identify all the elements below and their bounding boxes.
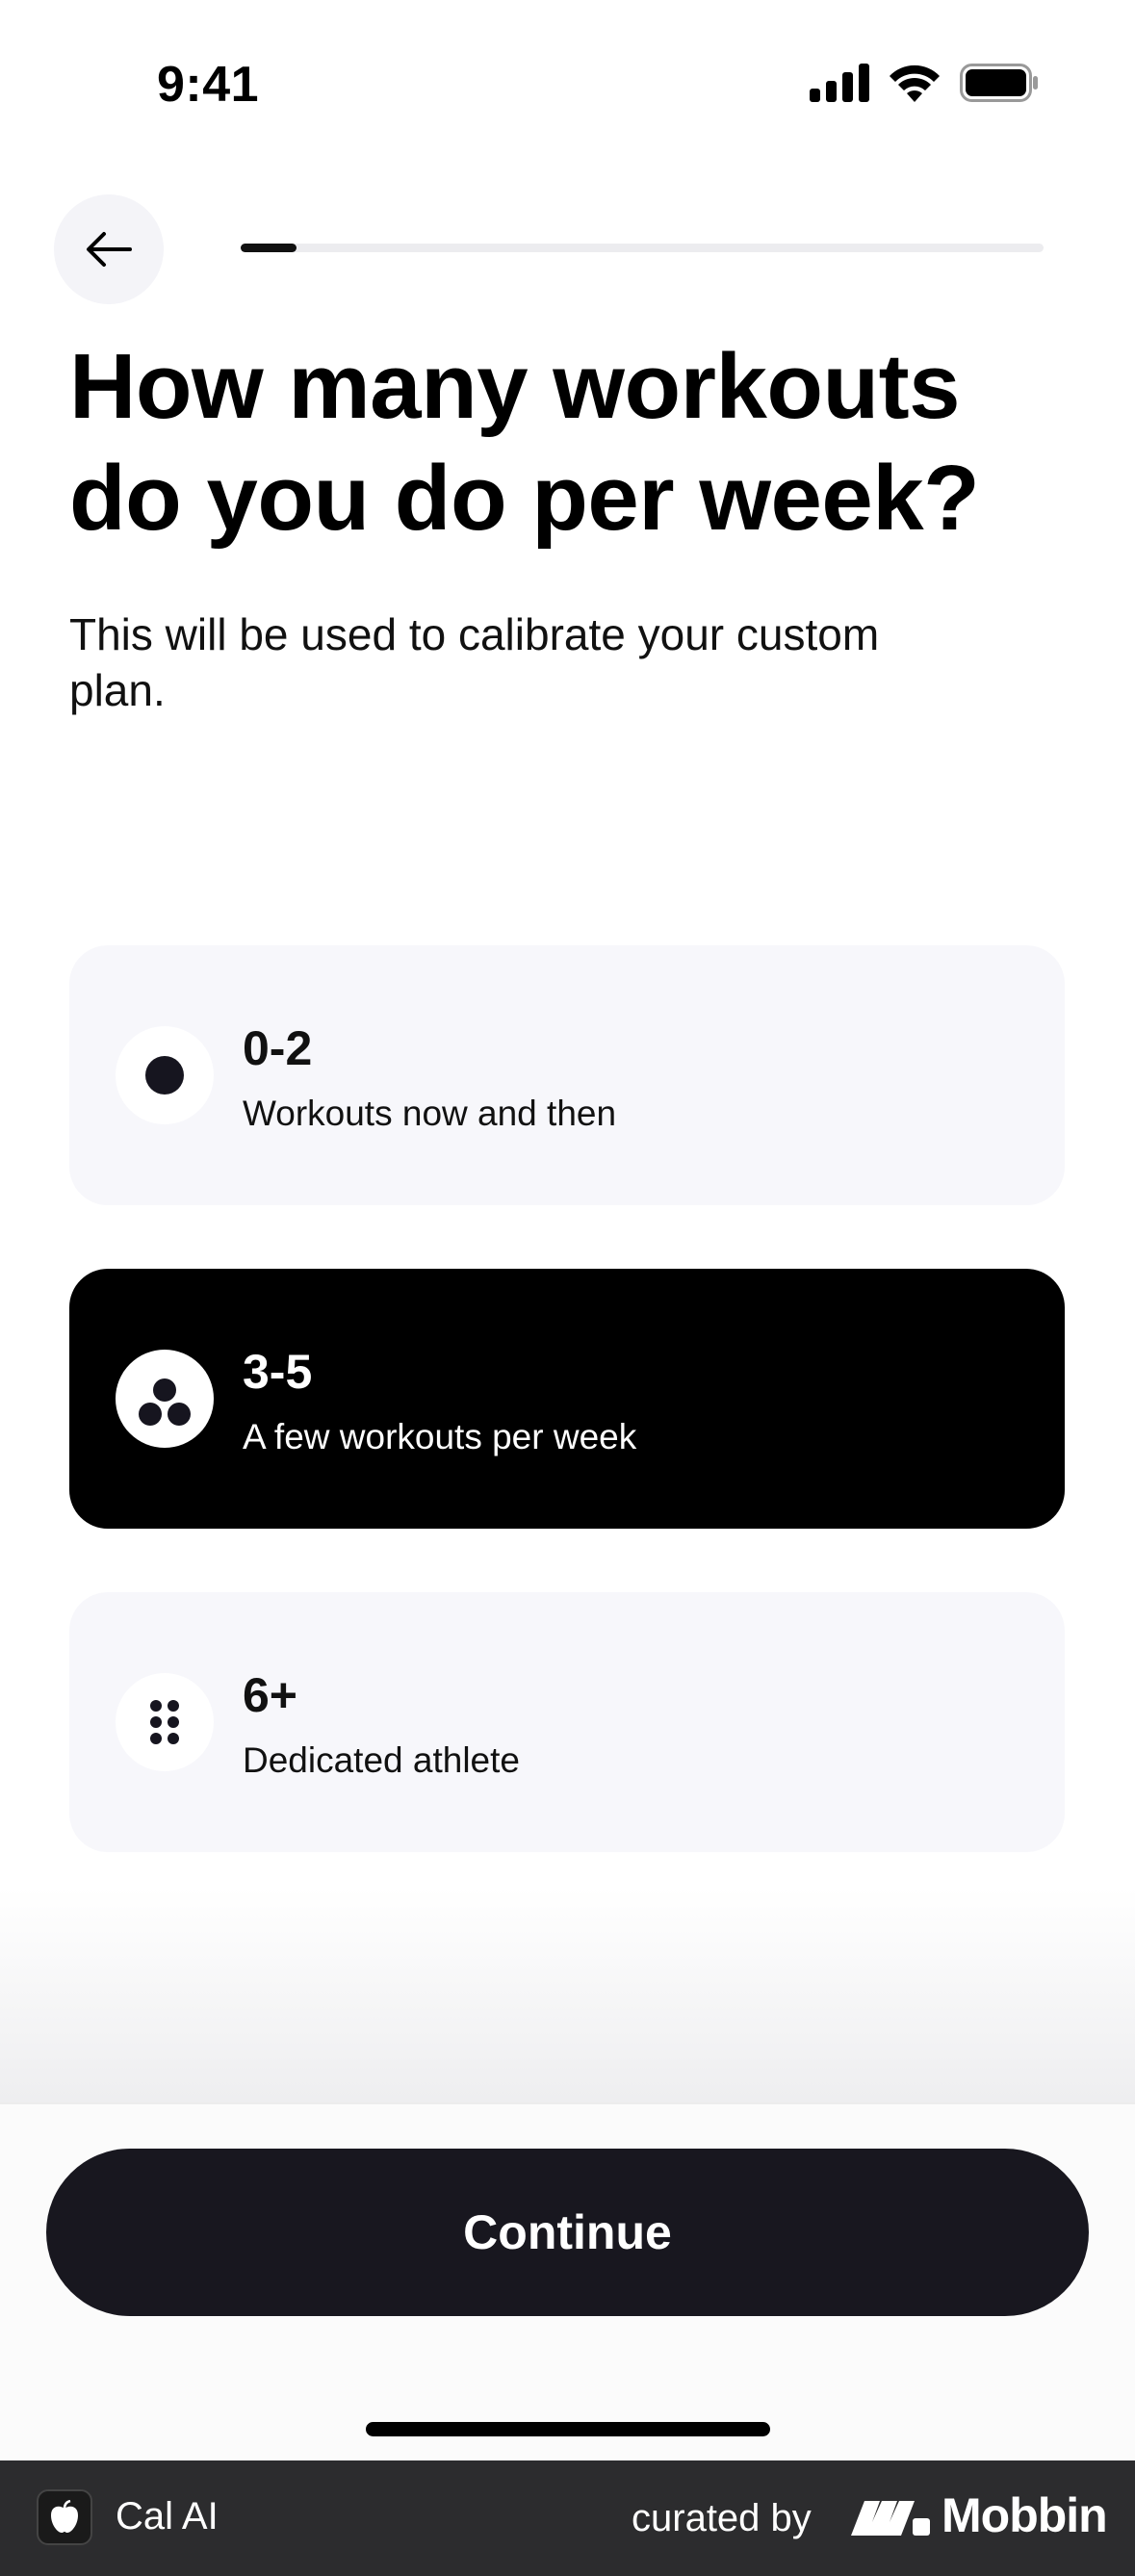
option-value: 6+ [243, 1668, 298, 1722]
option-description: Workouts now and then [243, 1094, 617, 1133]
wifi-icon [890, 64, 940, 102]
mobbin-logo-icon [851, 2501, 930, 2536]
battery-icon [960, 64, 1038, 102]
footer-bar: Cal AI curated by Mobbin [0, 2460, 1135, 2576]
signal-icon [810, 64, 869, 102]
continue-button[interactable]: Continue [46, 2149, 1089, 2316]
footer-curated-label: curated by [632, 2497, 812, 2539]
option-description: Dedicated athlete [243, 1740, 520, 1780]
status-icons [810, 64, 1039, 102]
page-subtitle: This will be used to calibrate your cust… [69, 609, 880, 715]
option-6-plus[interactable]: 6+ Dedicated athlete [69, 1592, 1065, 1852]
apple-icon [51, 2500, 78, 2533]
arrow-left-icon [87, 232, 132, 267]
option-description: A few workouts per week [243, 1417, 637, 1456]
bottom-fade [0, 1887, 1135, 2103]
option-3-5[interactable]: 3-5 A few workouts per week [69, 1269, 1065, 1529]
option-value: 0-2 [243, 1021, 313, 1075]
option-0-2[interactable]: 0-2 Workouts now and then [69, 945, 1065, 1205]
app-icon [37, 2489, 92, 2545]
footer-brand: Mobbin [942, 2488, 1108, 2542]
option-value: 3-5 [243, 1345, 313, 1399]
status-time: 9:41 [157, 57, 260, 113]
progress-bar [241, 244, 1044, 252]
back-button[interactable] [54, 194, 164, 304]
three-dots-icon [116, 1350, 214, 1448]
one-dot-icon [116, 1026, 214, 1124]
six-dots-icon [116, 1673, 214, 1771]
status-bar: 9:41 [0, 0, 1135, 168]
page-title: How many workouts do you do per week? [69, 335, 980, 550]
footer-app-name: Cal AI [116, 2495, 219, 2537]
progress-fill [241, 244, 297, 252]
home-indicator [366, 2422, 770, 2436]
